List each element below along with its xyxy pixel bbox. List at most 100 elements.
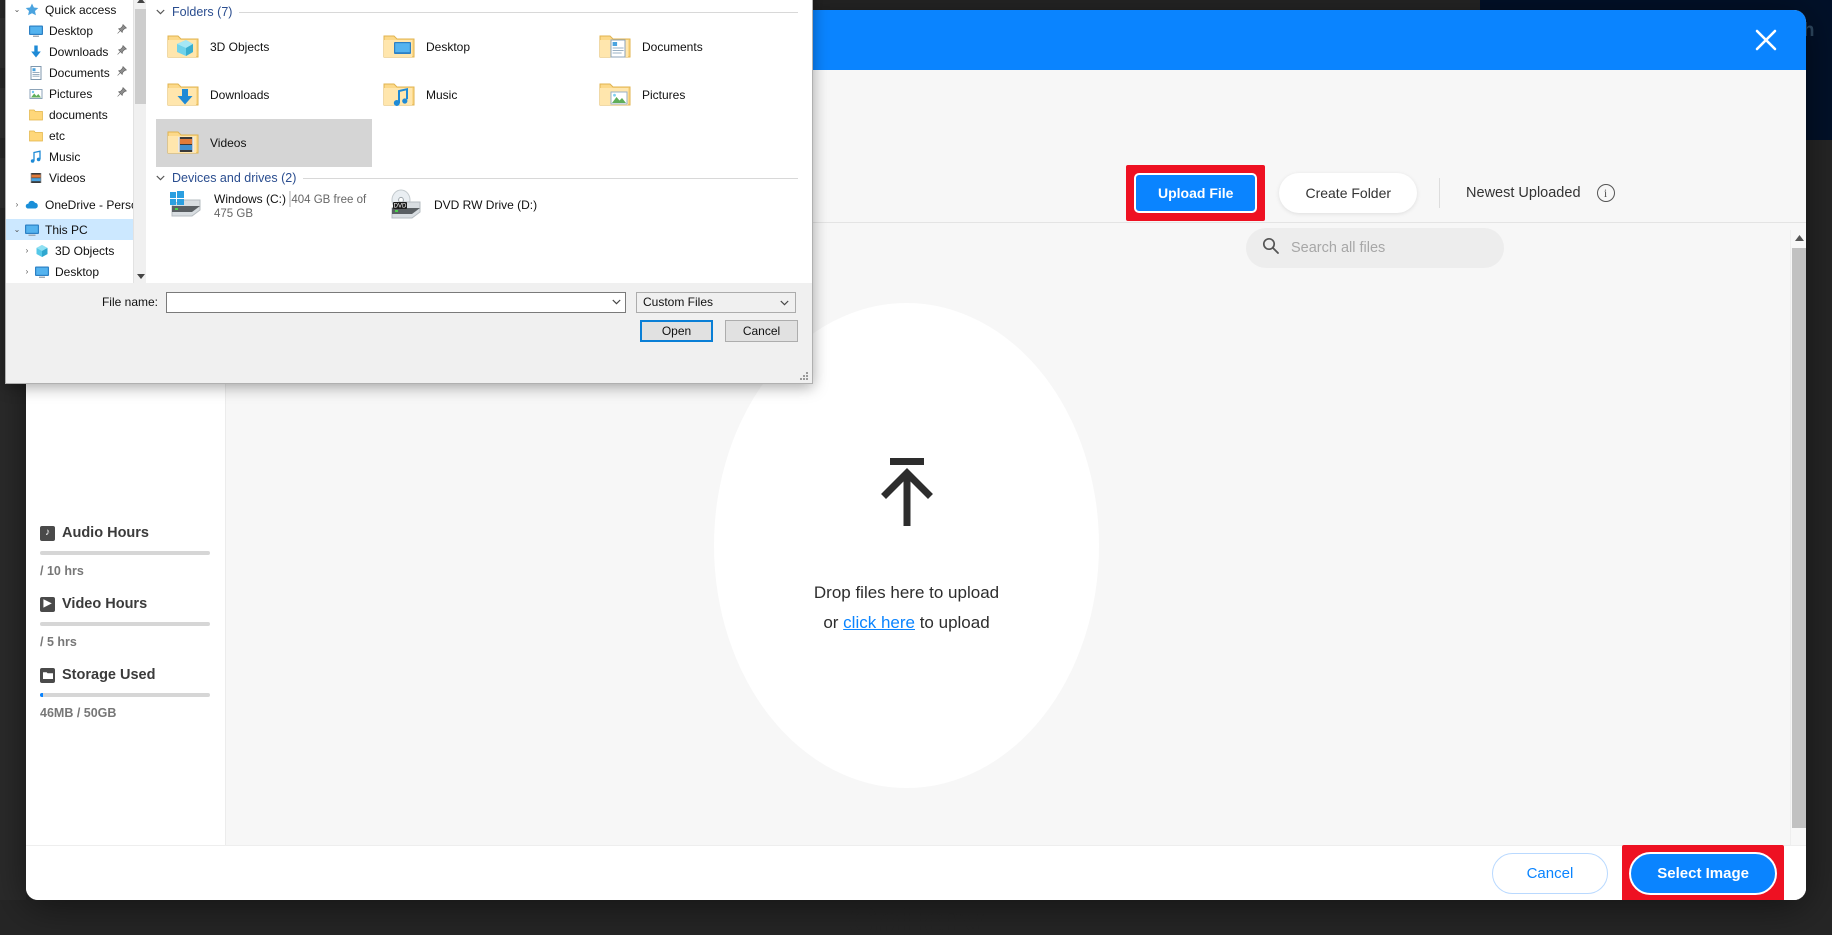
group-header-folders[interactable]: Folders (7) xyxy=(156,5,812,19)
folder-item-label: Videos xyxy=(210,136,247,150)
tree-item-music[interactable]: Music xyxy=(6,146,133,167)
chevron-down-icon[interactable] xyxy=(780,295,789,309)
upload-file-highlight: Upload File xyxy=(1126,165,1266,221)
tree-item-etc[interactable]: etc xyxy=(6,125,133,146)
pin-icon[interactable] xyxy=(117,66,127,79)
usage-label: Video Hours xyxy=(62,596,148,612)
3dobjects-icon xyxy=(34,243,50,259)
scroll-up-icon[interactable] xyxy=(1791,230,1806,246)
tree-item-desktop[interactable]: Desktop xyxy=(6,20,133,41)
folder-item-3d-objects[interactable]: 3D Objects xyxy=(156,23,372,71)
dropzone-or-suffix: to upload xyxy=(914,613,990,632)
navigation-tree[interactable]: ⌄ Quick access Desktop Downloads Documen… xyxy=(6,0,133,283)
group-header-devices[interactable]: Devices and drives (2) xyxy=(156,171,812,185)
chevron-right-icon[interactable]: › xyxy=(20,246,34,255)
chevron-down-icon[interactable]: ⌄ xyxy=(10,225,24,234)
modal-scrollbar[interactable] xyxy=(1790,230,1806,900)
info-icon[interactable]: i xyxy=(1596,184,1615,202)
cancel-button[interactable]: Cancel xyxy=(1491,852,1609,894)
svg-text:DVD: DVD xyxy=(394,204,407,210)
folder-documents-icon xyxy=(598,31,632,64)
tree-item-onedrive[interactable]: › OneDrive - Personal xyxy=(6,194,133,215)
select-image-highlight: Select Image xyxy=(1622,844,1784,900)
desktop-icon xyxy=(28,23,44,39)
resize-grip-icon[interactable] xyxy=(799,371,809,381)
usage-video-hours: ▶ Video Hours / 5 hrs xyxy=(40,596,212,649)
chevron-right-icon[interactable]: › xyxy=(10,200,24,209)
folder-item-documents[interactable]: Documents xyxy=(588,23,804,71)
music-note-icon: ♪ xyxy=(40,525,55,541)
tree-item-label: Music xyxy=(49,149,81,164)
usage-label: Audio Hours xyxy=(62,525,149,541)
thispc-icon xyxy=(24,222,40,238)
download-icon xyxy=(28,44,44,60)
folders-grid: 3D Objects Desktop Documents Downloads M… xyxy=(156,23,812,167)
filename-input[interactable] xyxy=(171,295,608,309)
chevron-down-icon[interactable] xyxy=(608,298,621,307)
chevron-right-icon[interactable]: › xyxy=(20,267,34,276)
scrollbar-thumb[interactable] xyxy=(135,9,146,104)
pin-icon[interactable] xyxy=(117,87,127,100)
tree-item-documents-lower[interactable]: documents xyxy=(6,104,133,125)
chevron-down-icon[interactable] xyxy=(156,173,165,183)
drive-item-windows-c[interactable]: Windows (C:) 404 GB free of 475 GB xyxy=(156,189,376,226)
tree-item-quick-access[interactable]: ⌄ Quick access xyxy=(6,0,133,20)
folder-item-videos[interactable]: Videos xyxy=(156,119,372,167)
usage-audio-hours: ♪ Audio Hours / 10 hrs xyxy=(40,525,212,578)
filename-combobox[interactable] xyxy=(166,291,626,313)
filetype-value: Custom Files xyxy=(643,295,714,309)
folder-item-label: Desktop xyxy=(426,40,471,54)
folder-item-label: Music xyxy=(426,88,458,102)
usage-progressbar xyxy=(40,693,210,697)
tree-item-desktop-pc[interactable]: › Desktop xyxy=(6,261,133,282)
search-input[interactable] xyxy=(1291,240,1488,256)
tree-item-downloads[interactable]: Downloads xyxy=(6,41,133,62)
tree-item-label: etc xyxy=(49,128,66,143)
group-header-label: Devices and drives (2) xyxy=(172,171,297,185)
tree-scrollbar[interactable] xyxy=(133,0,146,283)
click-here-link[interactable]: click here xyxy=(843,613,915,632)
chevron-down-icon[interactable]: ⌄ xyxy=(10,5,24,14)
modal-toolbar: Upload File Create Folder Newest Uploade… xyxy=(1126,165,1615,221)
folder-item-label: Documents xyxy=(642,40,703,54)
tree-item-documents[interactable]: Documents xyxy=(6,62,133,83)
filetype-select[interactable]: Custom Files xyxy=(636,291,796,313)
upload-file-button[interactable]: Upload File xyxy=(1134,173,1258,213)
tree-item-videos[interactable]: Videos xyxy=(6,167,133,188)
select-image-button[interactable]: Select Image xyxy=(1629,851,1777,895)
pictures-icon xyxy=(28,86,44,102)
dialog-button-row: Open Cancel xyxy=(640,320,798,342)
tree-item-pictures[interactable]: Pictures xyxy=(6,83,133,104)
folder-item-desktop[interactable]: Desktop xyxy=(372,23,588,71)
chevron-down-icon[interactable] xyxy=(156,7,165,17)
usage-value: / 10 hrs xyxy=(40,564,84,578)
dialog-cancel-button[interactable]: Cancel xyxy=(725,320,798,342)
onedrive-icon xyxy=(24,197,40,213)
folder-item-pictures[interactable]: Pictures xyxy=(588,71,804,119)
file-list[interactable]: Folders (7) 3D Objects Desktop Documents… xyxy=(146,0,812,283)
dropzone-or-prefix: or xyxy=(823,613,844,632)
usage-title: Storage Used xyxy=(40,667,212,683)
usage-progressbar xyxy=(40,551,210,555)
file-dialog-bottom: File name: Custom Files Open Cancel xyxy=(6,283,812,383)
create-folder-button[interactable]: Create Folder xyxy=(1279,173,1418,213)
pin-icon[interactable] xyxy=(117,45,127,58)
close-icon[interactable] xyxy=(1748,22,1784,58)
usage-value: / 5 hrs xyxy=(40,635,77,649)
pin-icon[interactable] xyxy=(117,24,127,37)
scrollbar-thumb[interactable] xyxy=(1792,248,1806,828)
sort-newest-uploaded-button[interactable]: Newest Uploaded xyxy=(1466,185,1580,201)
tree-item-3d-objects[interactable]: › 3D Objects xyxy=(6,240,133,261)
usage-title: ▶ Video Hours xyxy=(40,596,212,612)
folder-item-downloads[interactable]: Downloads xyxy=(156,71,372,119)
dropzone-primary-text: Drop files here to upload xyxy=(813,583,1000,602)
file-dialog-main: ⌄ Quick access Desktop Downloads Documen… xyxy=(6,0,812,283)
tree-item-label: Documents xyxy=(49,65,110,80)
tree-item-label: OneDrive - Personal xyxy=(45,197,133,212)
drive-item-dvd-d[interactable]: DVD DVD RW Drive (D:) xyxy=(376,189,596,226)
background-gallery-heading: Gallery xyxy=(848,905,984,935)
search-box[interactable] xyxy=(1246,228,1504,268)
tree-item-this-pc[interactable]: ⌄ This PC xyxy=(6,219,133,240)
open-button[interactable]: Open xyxy=(640,320,713,342)
folder-item-music[interactable]: Music xyxy=(372,71,588,119)
